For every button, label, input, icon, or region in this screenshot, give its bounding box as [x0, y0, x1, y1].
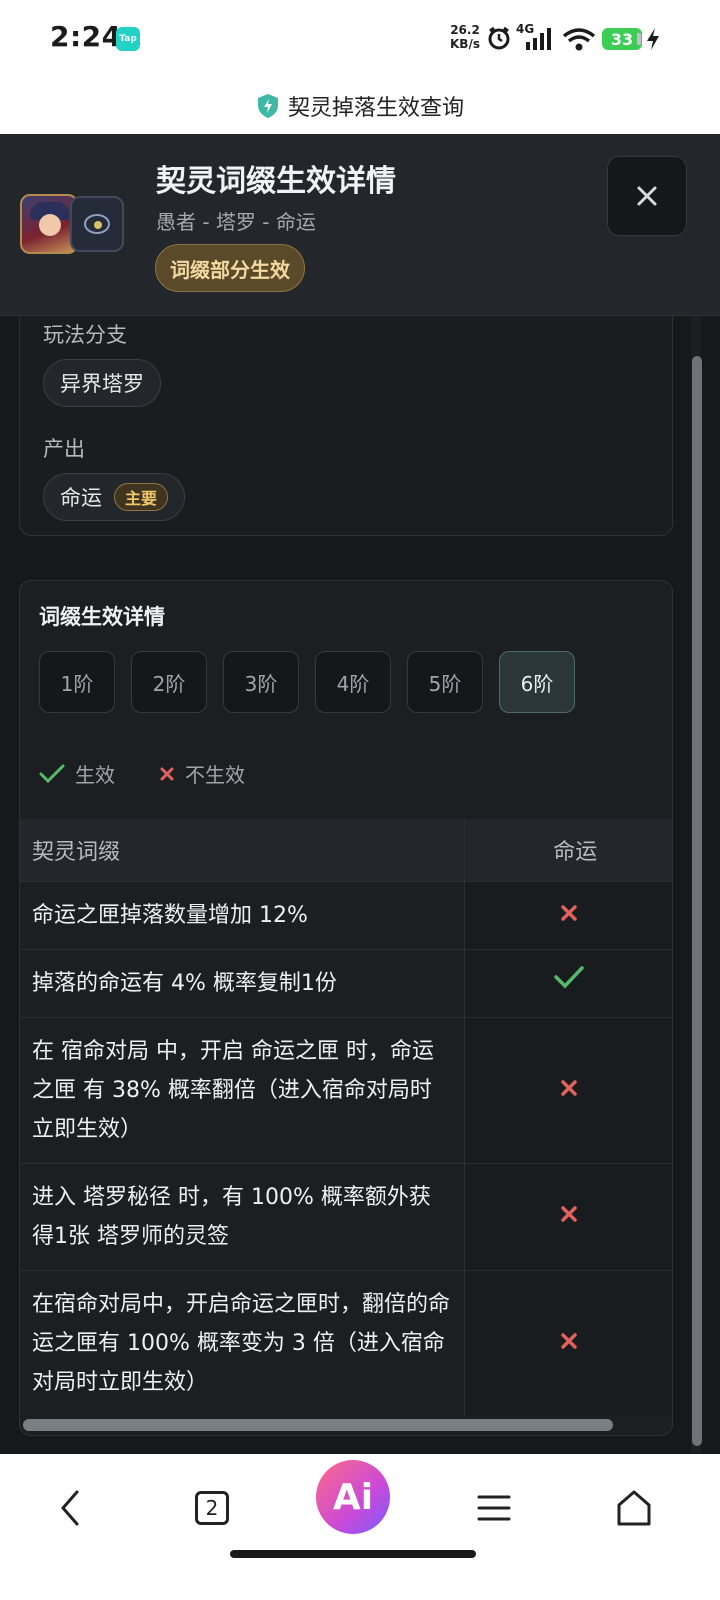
table-row: 在宿命对局中，开启命运之匣时，翻倍的命运之匣有 100% 概率变为 3 倍（进入… — [20, 1269, 672, 1416]
table-row: 在 宿命对局 中，开启 命运之匣 时，命运之匣 有 38% 概率翻倍（进入宿命对… — [20, 1016, 672, 1163]
affix-text: 命运之匣掉落数量增加 12% — [20, 880, 464, 949]
signal-icon — [526, 28, 551, 50]
affix-text: 进入 塔罗秘径 时，有 100% 概率额外获得1张 塔罗师的灵签 — [20, 1162, 464, 1270]
wifi-icon — [562, 28, 596, 51]
network-speed: 26.2 KB/s — [450, 23, 480, 51]
branch-label: 玩法分支 — [43, 323, 127, 347]
output-pill: 命运 主要 — [43, 473, 186, 521]
battery-cap — [637, 33, 641, 45]
affix-detail-card: 词缀生效详情 1阶 2阶 3阶 4阶 5阶 6阶 生效 不生效 契灵词缀 命运 … — [19, 580, 673, 1436]
legend-not-effective: 不生效 — [159, 759, 245, 788]
horizontal-scrollbar[interactable] — [23, 1419, 613, 1431]
info-card: 玩法分支 异界塔罗 产出 命运 主要 — [19, 316, 673, 536]
tier-selector: 1阶 2阶 3阶 4阶 5阶 6阶 — [39, 651, 575, 713]
primary-tag: 主要 — [114, 483, 169, 511]
not-effective-cross-cell — [463, 1016, 672, 1163]
status-badge: 词缀部分生效 — [155, 244, 305, 292]
affix-table: 契灵词缀 命运 命运之匣掉落数量增加 12% 掉落的命运有 4% 概率复制1份在 … — [20, 819, 672, 1416]
tier-tab-2[interactable]: 2阶 — [131, 651, 207, 713]
cross-icon — [160, 767, 174, 780]
menu-icon — [477, 1495, 511, 1521]
cross-icon — [561, 904, 577, 921]
ai-assistant-button[interactable]: Ai — [316, 1460, 390, 1534]
affix-text: 在 宿命对局 中，开启 命运之匣 时，命运之匣 有 38% 概率翻倍（进入宿命对… — [20, 1016, 464, 1163]
menu-button[interactable] — [458, 1472, 530, 1544]
check-icon — [554, 965, 584, 989]
status-bar: 2:24 Tap 26.2 KB/s 4G 33 — [0, 0, 720, 78]
tier-tab-6[interactable]: 6阶 — [499, 651, 575, 713]
not-effective-cross-cell — [463, 1269, 672, 1416]
chevron-left-icon — [61, 1490, 79, 1526]
tap-app-icon: Tap — [116, 27, 140, 51]
battery-indicator: 33 — [602, 28, 642, 50]
network-speed-value: 26.2 — [450, 23, 480, 37]
table-header-row: 契灵词缀 命运 — [20, 819, 672, 881]
table-row: 掉落的命运有 4% 概率复制1份 — [20, 948, 672, 1017]
panel-subtitle: 愚者 - 塔罗 - 命运 — [156, 210, 316, 234]
column-header-fate: 命运 — [463, 819, 672, 881]
network-speed-unit: KB/s — [450, 37, 480, 51]
cross-icon — [561, 1206, 577, 1222]
status-time: 2:24 — [50, 20, 122, 53]
effective-check-cell — [463, 948, 672, 1017]
browser-bottom-nav: 2 Ai — [0, 1454, 720, 1600]
table-row: 命运之匣掉落数量增加 12% — [20, 880, 672, 949]
panel-header: 契灵词缀生效详情 愚者 - 塔罗 - 命运 词缀部分生效 — [0, 134, 720, 316]
legend: 生效 不生效 — [39, 759, 289, 788]
cross-icon — [561, 1332, 577, 1349]
pet-avatar — [70, 196, 124, 252]
not-effective-cross-cell — [463, 1162, 672, 1270]
alarm-icon — [488, 26, 510, 50]
legend-not-effective-label: 不生效 — [185, 763, 245, 787]
close-icon — [637, 186, 657, 206]
page-title-bar: 契灵掉落生效查询 — [0, 78, 720, 134]
output-value: 命运 — [60, 486, 102, 510]
tier-tab-1[interactable]: 1阶 — [39, 651, 115, 713]
tier-tab-5[interactable]: 5阶 — [407, 651, 483, 713]
cross-icon — [561, 1079, 577, 1096]
shield-icon — [257, 94, 278, 118]
affix-text: 在宿命对局中，开启命运之匣时，翻倍的命运之匣有 100% 概率变为 3 倍（进入… — [20, 1269, 464, 1416]
legend-effective: 生效 — [39, 759, 115, 788]
tabs-count: 2 — [195, 1491, 229, 1525]
page-title: 契灵掉落生效查询 — [287, 96, 464, 121]
table-row: 进入 塔罗秘径 时，有 100% 概率额外获得1张 塔罗师的灵签 — [20, 1162, 672, 1270]
tier-tab-4[interactable]: 4阶 — [315, 651, 391, 713]
scroll-content[interactable]: 玩法分支 异界塔罗 产出 命运 主要 词缀生效详情 1阶 2阶 3阶 4阶 5阶… — [0, 316, 720, 1454]
not-effective-cross-cell — [463, 880, 672, 949]
branch-value: 异界塔罗 — [60, 372, 144, 396]
affix-text: 掉落的命运有 4% 概率复制1份 — [20, 948, 464, 1017]
tier-tab-3[interactable]: 3阶 — [223, 651, 299, 713]
detail-card-title: 词缀生效详情 — [39, 605, 165, 629]
legend-effective-label: 生效 — [75, 763, 115, 787]
vertical-scrollbar[interactable] — [692, 356, 702, 1446]
back-button[interactable] — [34, 1472, 106, 1544]
close-button[interactable] — [607, 156, 687, 236]
affix-detail-panel: 契灵词缀生效详情 愚者 - 塔罗 - 命运 词缀部分生效 玩法分支 异界塔罗 产… — [0, 134, 720, 1454]
output-label: 产出 — [43, 437, 85, 461]
tabs-button[interactable]: 2 — [176, 1472, 248, 1544]
home-indicator[interactable] — [230, 1550, 476, 1558]
column-header-affix: 契灵词缀 — [20, 819, 464, 881]
home-icon — [617, 1490, 651, 1526]
charging-icon — [647, 28, 659, 50]
panel-title: 契灵词缀生效详情 — [156, 164, 396, 199]
branch-pill: 异界塔罗 — [43, 359, 161, 407]
check-icon — [39, 764, 65, 783]
home-button[interactable] — [598, 1472, 670, 1544]
